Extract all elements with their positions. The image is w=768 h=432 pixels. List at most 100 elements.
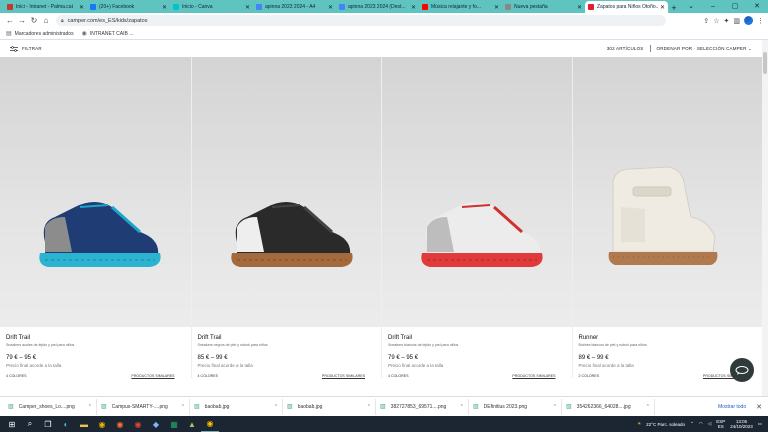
product-photo[interactable] [191,57,381,327]
download-item[interactable]: ▧ 354262366_64028....jpg ⌃ [562,398,655,415]
close-tab-icon[interactable]: ✕ [245,4,250,11]
chrome-icon[interactable]: ◉ [93,416,111,432]
download-item[interactable]: ▧ DEfinitius 2023.png ⌃ [469,398,562,415]
notifications-icon[interactable]: ▭ [758,421,762,427]
chevron-up-icon[interactable]: ⌃ [367,404,371,410]
globe-icon: ◉ [81,31,87,37]
product-photo[interactable] [572,57,762,327]
browser-tab-2[interactable]: Inicio - Canva ✕ [170,1,253,13]
download-item[interactable]: ▧ baobab.jpg ⌃ [190,398,283,415]
similar-products-link[interactable]: PRODUCTOS SIMILARES [512,374,555,378]
tray-chevron-icon[interactable]: ⌃ [690,421,694,427]
download-item[interactable]: ▧ Camper_shoes_Lo....png ⌃ [4,398,97,415]
volume-icon[interactable]: ◁ [708,421,711,427]
color-count[interactable]: 4 COLORES [388,374,409,378]
tab-search-icon[interactable]: ⌄ [680,0,702,13]
chevron-down-icon: ⌄ [748,45,752,51]
product-card[interactable]: Drift Trail Sneakers blancos de tejido y… [381,57,572,378]
chrome-alt-icon[interactable]: ◉ [129,416,147,432]
chevron-up-icon[interactable]: ⌃ [181,404,185,410]
home-icon[interactable]: ⌂ [40,16,52,25]
similar-products-link[interactable]: PRODUCTOS SIMILARES [131,374,174,378]
product-card[interactable]: Drift Trail Sneakers azules de tejido y … [0,57,191,378]
task-view-icon[interactable]: ❐ [39,416,57,432]
close-tab-icon[interactable]: ✕ [494,4,499,11]
chat-button[interactable] [730,358,754,382]
page-scrollbar[interactable] [762,40,768,396]
browser-tab-1[interactable]: (20+) Facebook ✕ [87,1,170,13]
profile-avatar[interactable]: P [744,16,753,25]
product-photo[interactable] [382,57,572,327]
filter-button[interactable]: FILTRAR [10,45,42,52]
extensions-icon[interactable]: ✦ [724,17,730,25]
color-count[interactable]: 2 COLORES [579,374,600,378]
forward-icon[interactable]: → [16,16,28,25]
sidebar-icon[interactable]: ▥ [733,17,740,25]
color-count[interactable]: 4 COLORES [6,374,27,378]
store-icon[interactable]: ◆ [147,416,165,432]
product-name[interactable]: Runner [579,335,757,341]
close-tab-icon[interactable]: ✕ [162,4,167,11]
chevron-up-icon[interactable]: ⌃ [88,404,92,410]
maximize-icon[interactable]: ▢ [724,0,746,13]
search-icon[interactable]: ⌕ [21,416,39,432]
browser-tab-4[interactable]: apinna 2023 2024 (Dest... ✕ [336,1,419,13]
product-name[interactable]: Drift Trail [6,335,185,341]
browser-tab-5[interactable]: Música relajante y fo... ✕ [419,1,502,13]
firefox-icon[interactable]: ◉ [111,416,129,432]
close-tab-icon[interactable]: ✕ [328,4,333,11]
browser-tab-6[interactable]: Nueva pestaña ✕ [502,1,585,13]
wifi-icon[interactable]: ◠ [699,421,703,427]
reload-icon[interactable]: ↻ [28,16,40,25]
menu-icon[interactable]: ⋮ [757,17,764,25]
bookmark-intranet[interactable]: ◉ INTRANET CAIB ... [81,30,134,38]
excel-icon[interactable]: ▦ [165,416,183,432]
download-item[interactable]: ▧ Campus-SMARTY-....png ⌃ [97,398,190,415]
show-all-downloads-link[interactable]: Mostrar todo [718,404,746,410]
product-photo[interactable] [0,57,191,327]
browser-tab-3[interactable]: apinna 2023 2024 - A4 ✕ [253,1,336,13]
product-card[interactable]: Runner Botines blancos de piel y nobuk p… [571,57,762,378]
language-indicator[interactable]: ESP ES [716,419,725,429]
chevron-up-icon[interactable]: ⌃ [274,404,278,410]
scrollbar-thumb[interactable] [763,52,767,74]
tab-favicon-icon [7,4,13,10]
new-tab-button[interactable]: + [668,3,680,13]
windows-start-icon[interactable]: ⊞ [3,416,21,432]
minimize-icon[interactable]: – [702,0,724,13]
lock-icon[interactable]: 🔒︎ [61,18,64,24]
product-name[interactable]: Drift Trail [198,335,376,341]
sort-dropdown[interactable]: ORDENAR POR · SELECCIÓN CAMPER ⌄ [657,46,752,52]
browser-tab-7[interactable]: Zapatos para Niños Otoño... ✕ [585,1,668,13]
tab-title: (20+) Facebook [99,4,135,10]
close-window-icon[interactable]: ✕ [746,0,768,13]
bookmark-star-icon[interactable]: ☆ [713,17,719,25]
share-icon[interactable]: ⇪ [703,17,709,25]
product-name[interactable]: Drift Trail [388,335,566,341]
close-tab-icon[interactable]: ✕ [79,4,84,11]
chrome-active-icon[interactable]: ◉ [201,416,219,432]
product-card[interactable]: Drift Trail Sneakers negros de piel y no… [190,57,381,378]
product-description: Sneakers negros de piel y nobuk para niñ… [197,343,268,347]
file-explorer-icon[interactable]: ▬ [75,416,93,432]
color-count[interactable]: 4 COLORES [198,374,219,378]
download-item[interactable]: ▧ baobab.jpg ⌃ [283,398,376,415]
edge-icon[interactable]: ◐ [57,416,75,432]
chevron-up-icon[interactable]: ⌃ [553,404,557,410]
address-bar[interactable]: 🔒︎ camper.com/es_ES/kids/zapatos [56,15,666,26]
browser-tab-0[interactable]: Inici - Intranet - Palma.cat ✕ [4,1,87,13]
back-icon[interactable]: ← [4,16,16,25]
close-downloads-icon[interactable]: ✕ [756,403,762,411]
bookmark-managed[interactable]: ▤ Marcadores administrados [6,30,74,38]
clock[interactable]: 13:05 24/10/2023 [730,419,753,429]
chevron-up-icon[interactable]: ⌃ [646,404,650,410]
close-tab-icon[interactable]: ✕ [660,4,665,11]
tab-favicon-icon [588,4,594,10]
weather-text[interactable]: 22°C Parc. soleado [646,422,685,427]
app-icon[interactable]: ▲ [183,416,201,432]
chevron-up-icon[interactable]: ⌃ [460,404,464,410]
close-tab-icon[interactable]: ✕ [411,4,416,11]
close-tab-icon[interactable]: ✕ [577,4,582,11]
download-item[interactable]: ▧ 382727853_69571....png ⌃ [376,398,469,415]
similar-products-link[interactable]: PRODUCTOS SIMILARES [322,374,365,378]
